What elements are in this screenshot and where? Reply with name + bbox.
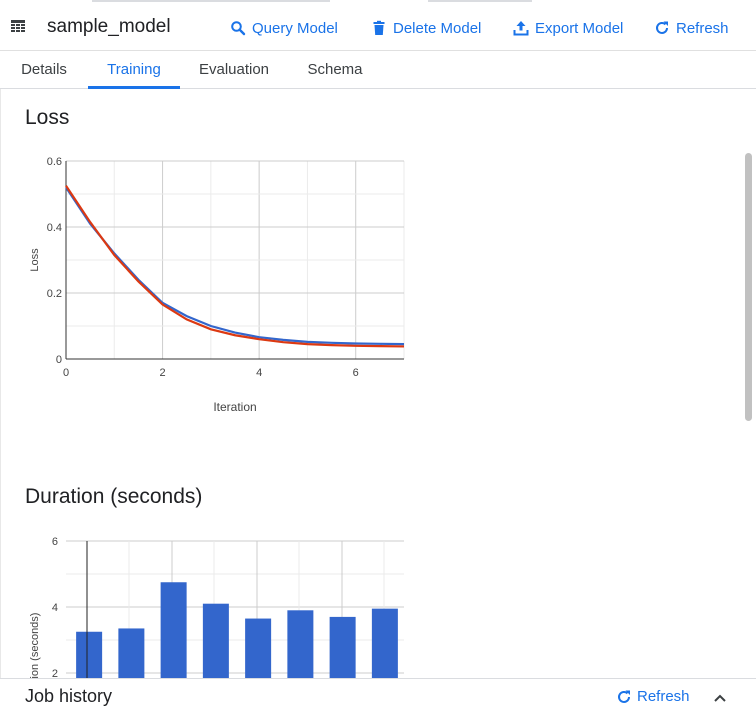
x-axis-label: Iteration [213,400,256,414]
tab-details-label: Details [21,61,67,78]
training-content: Loss 0 0.2 0.4 0.6 0 2 4 6 Iteration Loss Duratio… [0,89,756,678]
job-history-refresh-label: Refresh [637,688,690,705]
y-tick-label: 2 [52,668,58,678]
loss-series-line-0 [65,186,405,346]
x-tick-label: 6 [353,367,359,379]
tab-training-label: Training [107,61,161,78]
scrollbar[interactable] [742,149,754,429]
job-history-title: Job history [25,686,113,706]
query-model-label: Query Model [252,19,338,37]
trash-icon [373,20,385,35]
scrollbar-thumb[interactable] [745,153,752,421]
model-header: sample_model Query Model Delete Model Ex… [0,3,756,51]
y-tick-label: 6 [52,536,58,548]
x-tick-label: 4 [256,367,262,379]
y-tick-label: 0.2 [47,288,62,300]
refresh-icon [656,21,668,34]
x-tick-label: 0 [63,367,69,379]
job-history-panel: Job history Refresh [0,678,756,718]
export-model-button[interactable]: Export Model [513,17,623,39]
delete-model-label: Delete Model [393,19,482,37]
duration-bar-2 [160,582,187,678]
model-title: sample_model [47,16,171,37]
duration-bar-5 [287,610,314,678]
chevron-up-icon[interactable] [712,690,728,706]
tab-details[interactable]: Details [0,51,88,88]
y-tick-label: 0.6 [47,156,62,168]
tab-evaluation-label: Evaluation [198,61,270,78]
loss-series-line-1 [65,185,405,348]
duration-bar-3 [202,603,229,678]
refresh-icon [618,690,630,703]
loss-chart: 0 0.2 0.4 0.6 0 2 4 6 Iteration Loss [29,156,405,414]
x-tick-label: 2 [160,367,166,379]
tab-schema[interactable]: Schema [290,51,380,88]
refresh-label: Refresh [676,19,729,37]
y-tick-label: 0 [56,354,62,366]
duration-chart: 2 4 6 Duration (seconds) [29,536,404,678]
duration-bar-0 [76,631,103,678]
delete-model-button[interactable]: Delete Model [371,17,481,39]
y-axis-label: Duration (seconds) [29,613,41,678]
upload-icon [513,21,529,36]
duration-section-title: Duration (seconds) [25,485,203,508]
y-axis-label: Loss [29,248,41,272]
search-icon [231,21,246,36]
tab-bar: Details Training Evaluation Schema [0,51,756,89]
duration-bar-4 [245,618,272,678]
y-tick-label: 0.4 [47,222,62,234]
tab-evaluation[interactable]: Evaluation [184,51,284,88]
query-model-button[interactable]: Query Model [230,17,338,39]
job-history-refresh-button[interactable]: Refresh [616,688,690,705]
duration-bar-1 [118,628,145,678]
duration-bar-6 [329,616,356,678]
export-model-label: Export Model [535,19,624,37]
loss-section-title: Loss [25,106,70,129]
tab-training[interactable]: Training [88,51,180,89]
tab-schema-label: Schema [307,61,363,78]
table-grid-icon [11,20,25,32]
y-tick-label: 4 [52,602,58,614]
refresh-button[interactable]: Refresh [654,17,729,39]
duration-bar-7 [371,608,398,678]
